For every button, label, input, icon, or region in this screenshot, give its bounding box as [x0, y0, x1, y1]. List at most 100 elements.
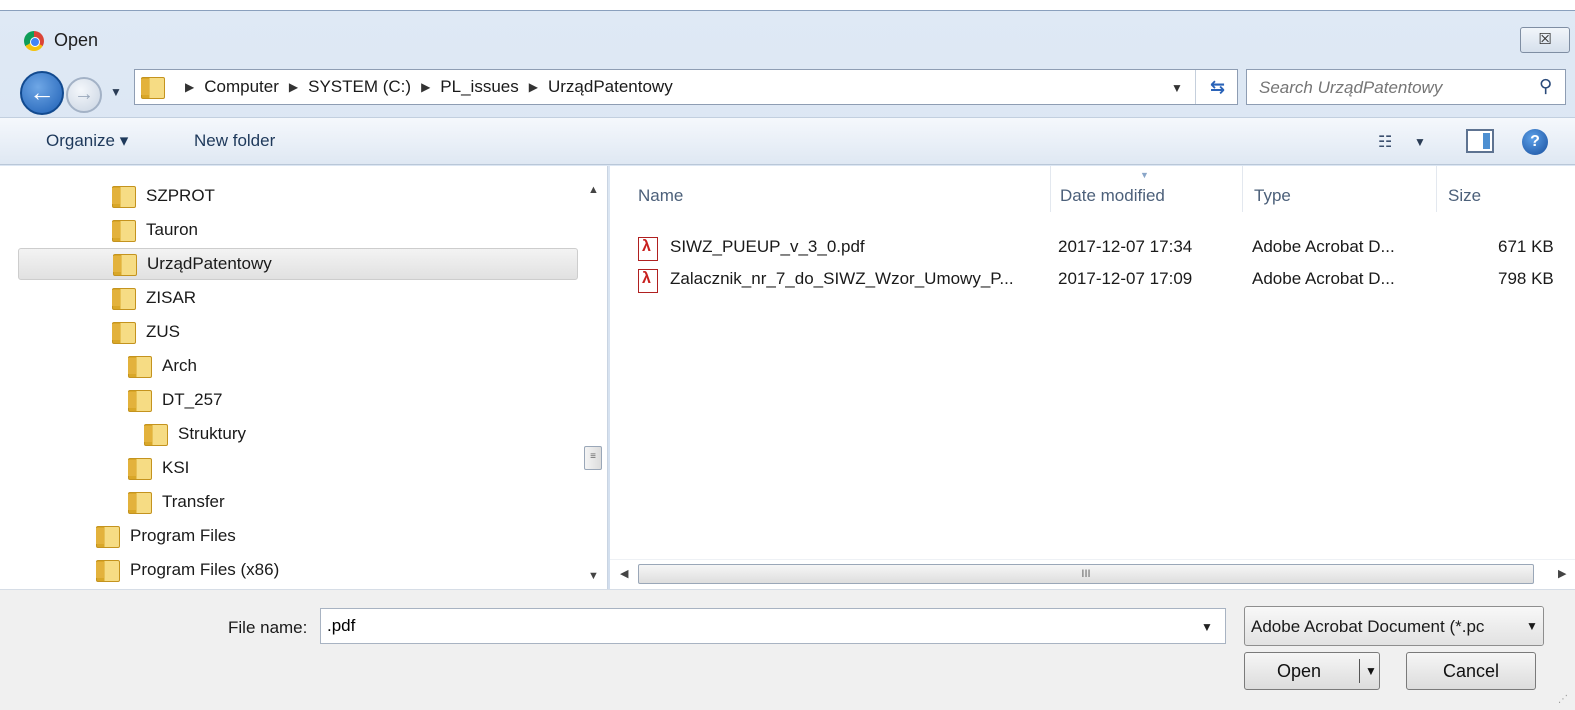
column-header-size[interactable]: Size: [1448, 186, 1481, 206]
tree-item[interactable]: DT_257: [128, 384, 222, 416]
cancel-button[interactable]: Cancel: [1406, 652, 1536, 690]
horizontal-scrollbar-thumb[interactable]: III: [638, 564, 1534, 584]
scroll-down-icon[interactable]: ▼: [588, 570, 599, 582]
navigation-scrollbar[interactable]: ▲ ≡ ▼: [582, 166, 606, 589]
breadcrumb-separator-icon[interactable]: ▶: [529, 80, 538, 94]
tree-item-label: Tauron: [146, 220, 198, 239]
scroll-left-icon[interactable]: ◀: [620, 567, 628, 580]
tree-item-label: Struktury: [178, 424, 247, 443]
tree-item[interactable]: ZISAR: [112, 282, 196, 314]
file-name-dropdown-icon[interactable]: ▼: [1201, 620, 1213, 634]
window-title: Open: [54, 30, 99, 50]
tree-item[interactable]: SZPROT: [112, 180, 215, 212]
scrollbar-thumb[interactable]: ≡: [584, 446, 602, 470]
tree-item[interactable]: ZUS: [112, 316, 180, 348]
pdf-file-icon: [638, 269, 658, 293]
tree-item[interactable]: Program Files (x86): [96, 554, 279, 586]
tree-item[interactable]: KSI: [128, 452, 189, 484]
folder-icon: [144, 424, 168, 446]
folder-icon: [128, 458, 152, 480]
breadcrumb-computer[interactable]: Computer: [204, 77, 279, 97]
breadcrumb-separator-icon[interactable]: ▶: [289, 80, 298, 94]
file-size: 798 KB: [1498, 269, 1554, 288]
file-type-select[interactable]: Adobe Acrobat Document (*.pc ▼: [1244, 606, 1544, 646]
tree-item[interactable]: UrządPatentowy: [18, 248, 578, 280]
breadcrumb-separator-icon[interactable]: ▶: [421, 80, 430, 94]
tree-item[interactable]: Struktury: [144, 418, 246, 450]
tree-item-label: Transfer: [162, 492, 225, 511]
tree-item[interactable]: Program Files: [96, 520, 236, 552]
preview-pane-icon[interactable]: [1466, 129, 1494, 153]
tree-item[interactable]: Arch: [128, 350, 197, 382]
open-file-dialog: Open ☒ ← → ▼ ▶ Computer ▶ SYSTEM (C:) ▶ …: [0, 10, 1575, 710]
new-folder-button[interactable]: New folder: [194, 131, 275, 151]
refresh-icon[interactable]: ⇆: [1195, 70, 1239, 104]
folder-icon: [113, 254, 137, 276]
folder-icon: [141, 77, 165, 99]
file-type-value: Adobe Acrobat Document (*.pc: [1251, 617, 1485, 636]
navigation-pane[interactable]: SZPROT Tauron UrządPatentowy ZISAR ZUS Arch DT…: [0, 166, 608, 589]
dialog-footer: File name: ▼ Adobe Acrobat Document (*.p…: [0, 589, 1575, 710]
recent-locations-dropdown[interactable]: ▼: [110, 85, 122, 99]
file-date: 2017-12-07 17:34: [1058, 237, 1193, 256]
forward-button[interactable]: →: [66, 77, 102, 113]
help-icon[interactable]: ?: [1522, 129, 1548, 155]
scroll-right-icon[interactable]: ▶: [1558, 567, 1566, 580]
file-type: Adobe Acrobat D...: [1252, 269, 1395, 288]
address-dropdown-icon[interactable]: ▼: [1171, 81, 1183, 95]
file-name-input[interactable]: [327, 616, 1167, 636]
tree-item-label: ZUS: [146, 322, 180, 341]
breadcrumb-current-folder[interactable]: UrządPatentowy: [548, 77, 673, 97]
file-row[interactable]: Zalacznik_nr_7_do_SIWZ_Wzor_Umowy_P... 2…: [636, 262, 1571, 294]
scroll-up-icon[interactable]: ▲: [588, 184, 599, 196]
tree-item-label: Arch: [162, 356, 197, 375]
open-options-dropdown-icon[interactable]: ▼: [1363, 653, 1379, 689]
folder-icon: [128, 356, 152, 378]
search-box[interactable]: ⚲: [1246, 69, 1566, 105]
folder-icon: [128, 492, 152, 514]
chevron-down-icon[interactable]: ▼: [1521, 607, 1543, 645]
open-button-label: Open: [1276, 661, 1322, 681]
address-bar[interactable]: ▶ Computer ▶ SYSTEM (C:) ▶ PL_issues ▶ U…: [134, 69, 1238, 105]
file-list[interactable]: ▼ Name Date modified Type Size SIWZ_PUEU…: [610, 166, 1575, 589]
back-button[interactable]: ←: [20, 71, 64, 115]
column-header-name[interactable]: Name: [638, 186, 683, 206]
file-row[interactable]: SIWZ_PUEUP_v_3_0.pdf 2017-12-07 17:34 Ad…: [636, 230, 1571, 262]
tree-item-label: Program Files (x86): [130, 560, 280, 579]
folder-icon: [112, 186, 136, 208]
view-dropdown-icon[interactable]: ▼: [1414, 135, 1426, 149]
column-header-date[interactable]: Date modified: [1060, 186, 1165, 206]
file-type: Adobe Acrobat D...: [1252, 237, 1395, 256]
folder-icon: [96, 526, 120, 548]
open-button[interactable]: Open ▼: [1244, 652, 1380, 690]
folder-icon: [112, 322, 136, 344]
tree-item-label: Program Files: [130, 526, 236, 545]
tree-item[interactable]: Tauron: [112, 214, 198, 246]
folder-icon: [112, 288, 136, 310]
tree-item-label: SZPROT: [146, 186, 215, 205]
breadcrumb-separator-icon[interactable]: ▶: [185, 80, 194, 94]
search-input[interactable]: [1259, 78, 1519, 98]
column-divider[interactable]: [1242, 166, 1243, 212]
search-icon[interactable]: ⚲: [1539, 76, 1552, 97]
file-name: SIWZ_PUEUP_v_3_0.pdf: [670, 237, 865, 256]
tree-item-label: DT_257: [162, 390, 223, 409]
split-divider: [1359, 659, 1360, 683]
horizontal-scrollbar[interactable]: ◀ III ▶: [610, 559, 1575, 589]
resize-grip-icon[interactable]: ⋰: [1558, 694, 1568, 705]
file-name-label: File name:: [228, 618, 308, 637]
breadcrumb-system-drive[interactable]: SYSTEM (C:): [308, 77, 411, 97]
title-bar: Open ☒: [0, 11, 1575, 65]
file-name: Zalacznik_nr_7_do_SIWZ_Wzor_Umowy_P...: [670, 269, 1014, 288]
file-name-combobox[interactable]: ▼: [320, 608, 1226, 644]
organize-menu[interactable]: Organize ▾: [46, 131, 128, 151]
breadcrumb-pl-issues[interactable]: PL_issues: [440, 77, 518, 97]
change-view-icon[interactable]: ☷: [1378, 132, 1392, 152]
column-divider[interactable]: [1436, 166, 1437, 212]
tree-item-label: ZISAR: [146, 288, 197, 307]
folder-icon: [112, 220, 136, 242]
column-header-type[interactable]: Type: [1254, 186, 1291, 206]
column-divider[interactable]: [1050, 166, 1051, 212]
close-button[interactable]: ☒: [1520, 27, 1570, 53]
tree-item[interactable]: Transfer: [128, 486, 225, 518]
